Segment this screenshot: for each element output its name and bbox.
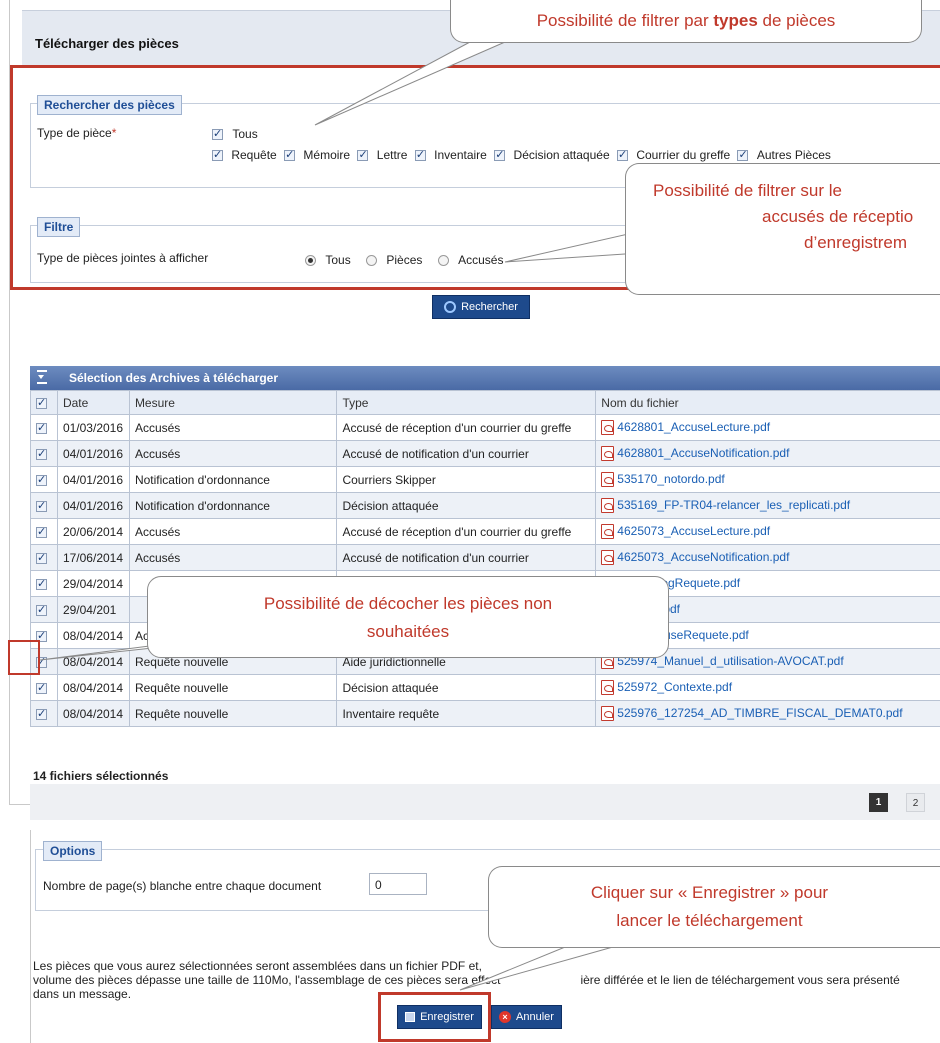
callout-types: Possibilité de filtrer par types de pièc…: [450, 0, 922, 43]
callout-uncheck: Possibilité de décocher les pièces non s…: [147, 576, 669, 658]
callout-accuses: Possibilité de filtrer sur le accusés de…: [625, 163, 940, 295]
callout-save: Cliquer sur « Enregistrer » pour lancer …: [488, 866, 940, 948]
